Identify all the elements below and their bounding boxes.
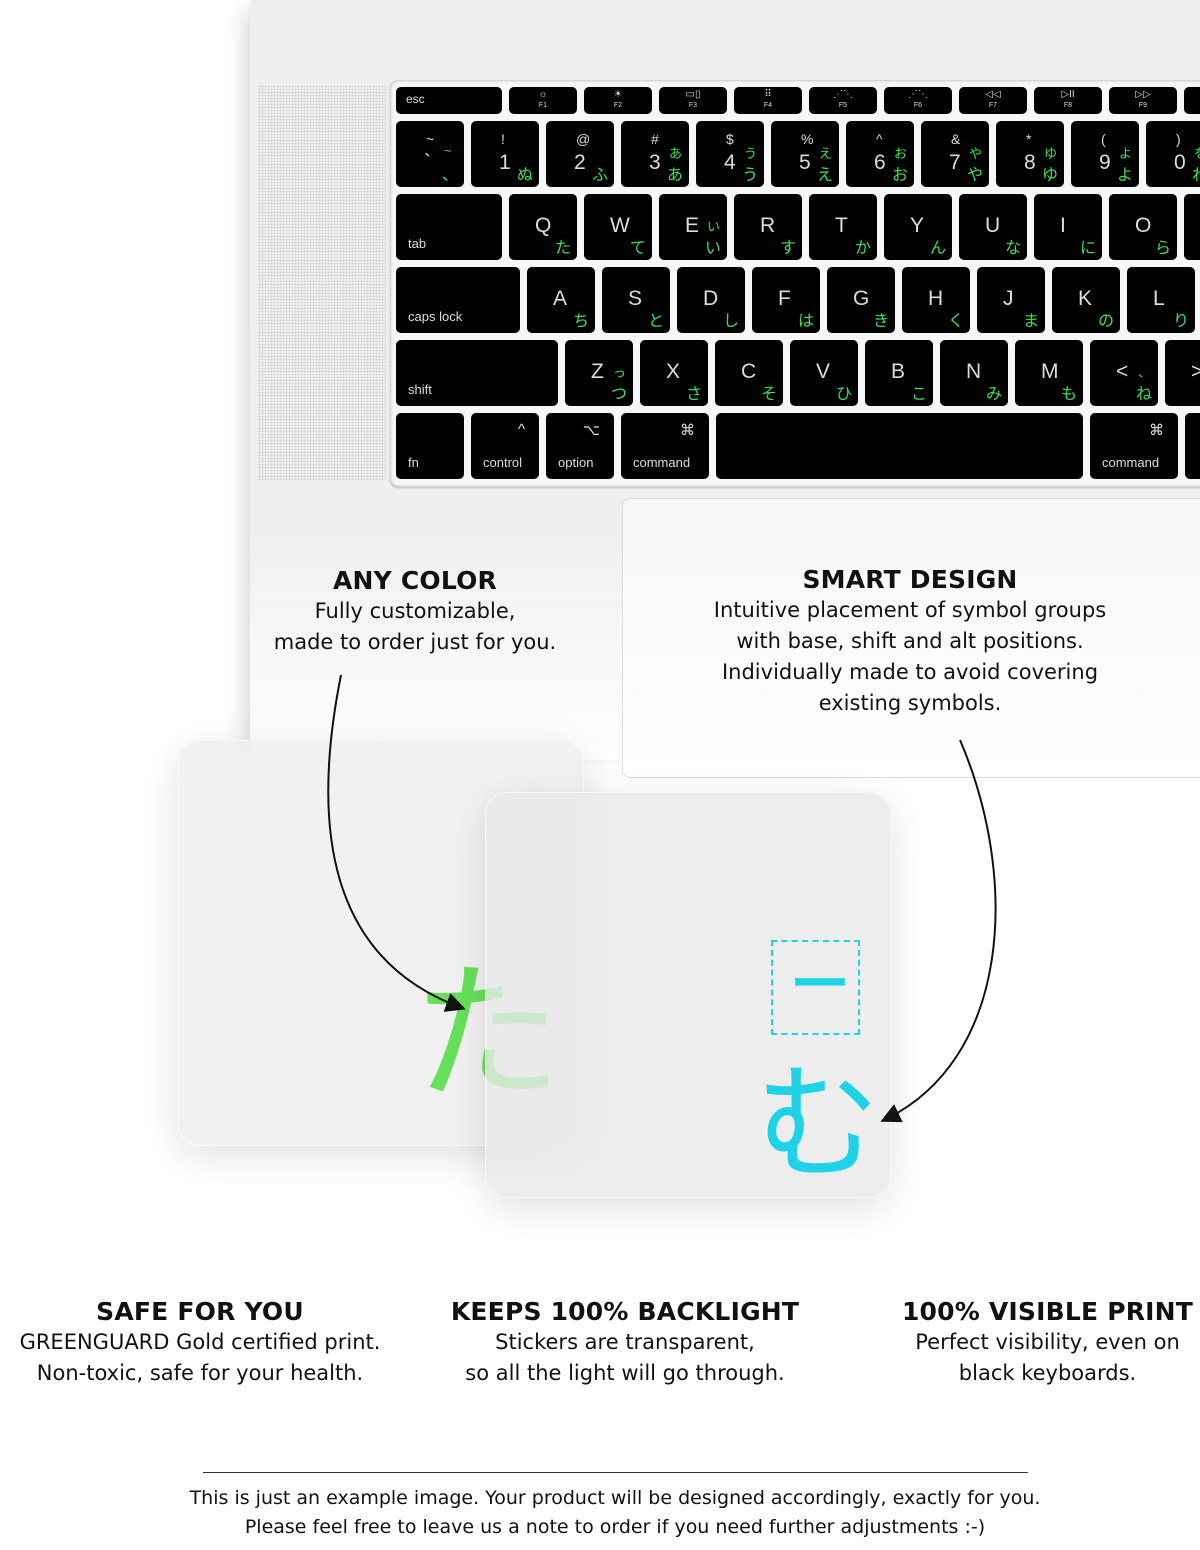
feature-safe: SAFE FOR YOU GREENGUARD Gold certified p… [0, 1296, 400, 1389]
divider [203, 1472, 1028, 1473]
feature-line: Non-toxic, safe for your health. [36, 1361, 364, 1385]
feature-line: black keyboards. [958, 1361, 1137, 1385]
arrow-any-color [327, 674, 466, 1012]
feature-title: SAFE FOR YOU [96, 1297, 304, 1326]
feature-backlight: KEEPS 100% BACKLIGHT Stickers are transp… [420, 1296, 830, 1389]
feature-line: so all the light will go through. [465, 1361, 785, 1385]
feature-visible: 100% VISIBLE PRINT Perfect visibility, e… [890, 1296, 1200, 1389]
feature-title: KEEPS 100% BACKLIGHT [450, 1297, 800, 1326]
footer-note: Please feel free to leave us a note to o… [244, 1516, 986, 1538]
arrow-smart-design [880, 739, 997, 1123]
footer-note: This is just an example image. Your prod… [189, 1487, 1041, 1509]
feature-line: Perfect visibility, even on [915, 1330, 1180, 1354]
feature-line: Stickers are transparent, [495, 1330, 755, 1354]
feature-line: GREENGUARD Gold certified print. [19, 1330, 381, 1354]
feature-title: 100% VISIBLE PRINT [901, 1297, 1194, 1326]
